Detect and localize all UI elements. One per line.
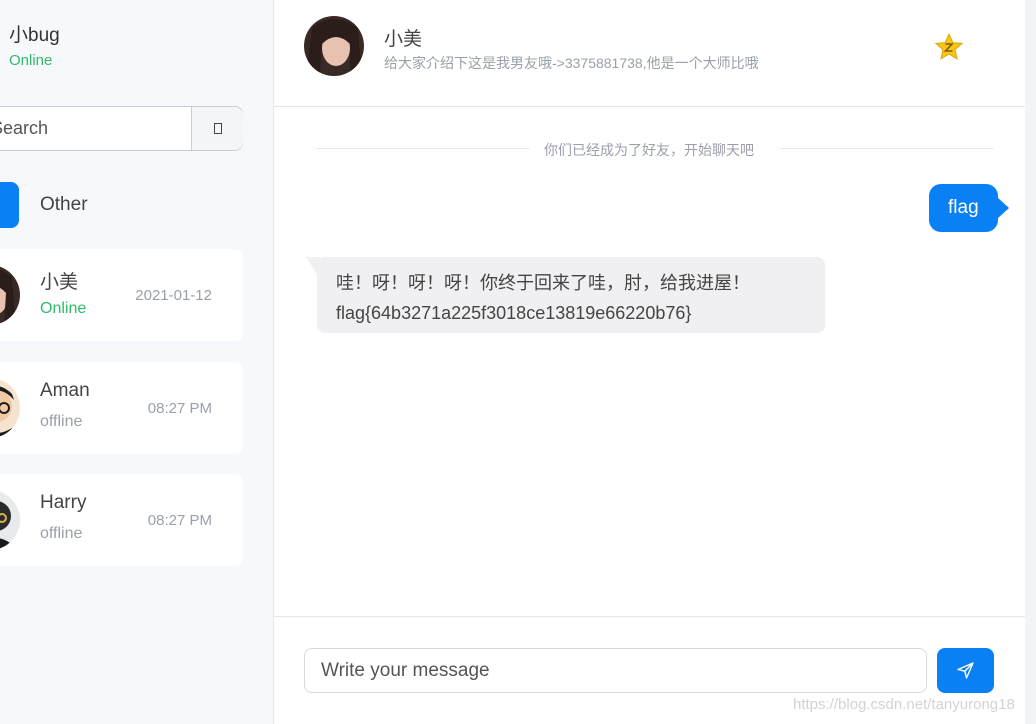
message-input[interactable] (304, 648, 927, 693)
send-button[interactable] (937, 648, 994, 693)
sidebar: 小bug Online Other 小美 Online 2021-01-12 (0, 0, 274, 724)
chat-app: 小bug Online Other 小美 Online 2021-01-12 (0, 0, 1036, 724)
search-input[interactable] (0, 107, 191, 150)
contact-name: 小美 (40, 272, 79, 293)
contact-name: Harry (40, 492, 87, 513)
contact-time: 08:27 PM (147, 400, 212, 417)
chat-contact-name: 小美 (384, 29, 423, 50)
divider-line-left (316, 148, 530, 149)
contact-time: 08:27 PM (147, 512, 212, 529)
current-user-status: Online (9, 52, 53, 69)
chat-contact-subtitle: 给大家介绍下这是我男友哦->3375881738,他是一个大师比哦 (384, 55, 759, 71)
contact-name: Aman (40, 380, 90, 401)
search-icon (214, 123, 222, 134)
message-outgoing: flag (929, 184, 1009, 232)
contact-status: offline (40, 413, 83, 430)
avatar (0, 490, 20, 550)
contact-item[interactable]: Harry offline 08:27 PM (0, 474, 243, 566)
message-text-line2: flag{64b3271a225f3018ce13819e66220b76} (336, 303, 692, 323)
avatar (0, 265, 20, 325)
chat-header: 小美 给大家介绍下这是我男友哦->3375881738,他是一个大师比哦 (274, 0, 1025, 107)
contact-item[interactable]: 小美 Online 2021-01-12 (0, 249, 243, 341)
bubble-tail (996, 197, 1009, 219)
chat-start-notice: 你们已经成为了好友，开始聊天吧 (544, 142, 754, 158)
search-box (0, 106, 243, 151)
current-user-name: 小bug (9, 25, 60, 46)
message-text-line1: 哇！呀！呀！呀！你终于回来了哇，肘，给我进屋！ (336, 273, 750, 293)
send-icon (957, 662, 974, 679)
bubble-tail (306, 257, 320, 279)
message-text: flag (948, 197, 979, 218)
watermark: https://blog.csdn.net/tanyurong18 (793, 696, 1015, 713)
chat-panel: 小美 给大家介绍下这是我男友哦->3375881738,他是一个大师比哦 你们已… (274, 0, 1025, 724)
window-edge (1025, 0, 1036, 724)
avatar (0, 378, 20, 438)
contact-item[interactable]: Aman offline 08:27 PM (0, 362, 243, 454)
chat-avatar[interactable] (304, 16, 364, 76)
tab-active[interactable] (0, 182, 19, 228)
contact-time: 2021-01-12 (135, 287, 212, 304)
star-icon[interactable] (934, 32, 964, 62)
contact-status: offline (40, 525, 83, 542)
divider-line-right (780, 148, 994, 149)
tab-other[interactable]: Other (40, 194, 88, 216)
search-button[interactable] (191, 107, 243, 150)
message-incoming: 哇！呀！呀！呀！你终于回来了哇，肘，给我进屋！ flag{64b3271a225… (306, 257, 825, 333)
contact-status: Online (40, 300, 87, 317)
